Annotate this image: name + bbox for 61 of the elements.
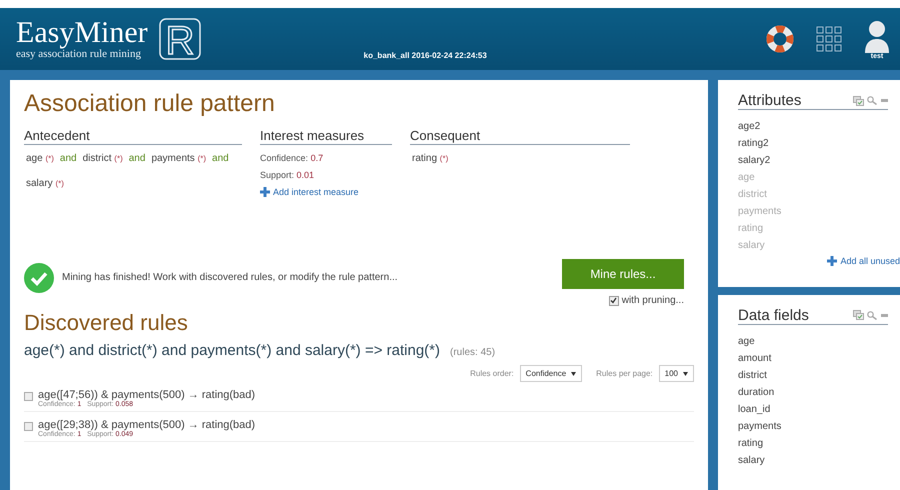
search-icon[interactable] (867, 96, 878, 105)
attribute-chip[interactable]: rating (*) (412, 153, 448, 164)
add-measure-link[interactable]: Add interest measure (260, 187, 392, 197)
attribute-item[interactable]: age2 (738, 118, 900, 135)
r-logo: R (158, 16, 204, 62)
app-tagline: easy association rule mining (16, 48, 141, 60)
mine-rules-button[interactable]: Mine rules... (562, 259, 684, 289)
data-field-item[interactable]: amount (738, 350, 900, 367)
dataset-label: ko_bank_all 2016-02-24 22:24:53 (364, 50, 487, 60)
data-field-item[interactable]: payments (738, 418, 900, 435)
column-heading: Consequent (410, 128, 630, 145)
plus-icon (827, 256, 838, 266)
connective-label[interactable]: and (212, 153, 229, 164)
pattern-title: Association rule pattern (24, 90, 276, 118)
rule-text[interactable]: age([29;38)) & payments(500) → rating(bad) (38, 419, 256, 431)
caret-icon (571, 372, 576, 376)
attribute-chip[interactable]: age (*) (26, 153, 54, 164)
data-field-item[interactable]: salary (738, 452, 900, 469)
attribute-chip[interactable]: salary (*) (26, 178, 64, 189)
minimize-icon[interactable] (881, 314, 888, 317)
pruning-checkbox[interactable]: with pruning... (608, 295, 684, 306)
search-icon[interactable] (867, 310, 878, 320)
data-field-item[interactable]: district (738, 366, 900, 384)
data-field-item[interactable]: rating (738, 434, 900, 452)
status-message: Mining has finished! Work with discovered rules, or modify the rule pattern... (62, 272, 398, 283)
data-field-item[interactable]: age (738, 332, 900, 350)
attribute-item[interactable]: rating2 (738, 135, 900, 152)
caret-icon (683, 372, 688, 376)
data-field-item[interactable]: duration (738, 384, 900, 401)
attribute-chip[interactable]: payments (*) (151, 153, 206, 164)
column-heading: Antecedent (24, 128, 242, 145)
rule-checkbox[interactable] (24, 422, 33, 431)
panel-title: Attributes (738, 92, 802, 109)
connective-label[interactable]: and (60, 153, 77, 164)
apps-grid-icon[interactable] (816, 26, 842, 52)
rule-checkbox[interactable] (24, 392, 33, 401)
rule-text[interactable]: age([47;56)) & payments(500) → rating(bad) (38, 389, 256, 401)
interest-measure[interactable]: Confidence: 0.7 (260, 153, 392, 163)
per-page-select[interactable]: 100 (658, 365, 694, 382)
column-heading: Interest measures (260, 128, 392, 145)
rules-title: Discovered rules (24, 310, 189, 336)
checklist-icon[interactable] (853, 310, 864, 320)
attribute-item[interactable]: salary2 (738, 152, 900, 169)
order-select[interactable]: Confidence (520, 365, 582, 382)
check-circle-icon (24, 262, 54, 292)
add-all-unused-link[interactable]: Add all unused (827, 256, 900, 266)
panel-title: Data fields (738, 306, 809, 324)
rule-query: age(*) and district(*) and payments(*) and salary(*) => rating(*) (24, 342, 440, 359)
rules-count: (rules: 45) (450, 347, 496, 358)
interest-measure[interactable]: Support: 0.01 (260, 170, 392, 180)
checkbox[interactable] (608, 296, 619, 306)
attribute-chip[interactable]: district (*) (82, 153, 123, 164)
order-label: Rules order: (470, 369, 514, 378)
plus-icon (260, 187, 270, 197)
app-logo: EasyMiner (16, 18, 148, 48)
connective-label[interactable]: and (128, 153, 146, 164)
lifebuoy-icon[interactable] (766, 25, 794, 53)
data-field-item[interactable]: loan_id (738, 400, 900, 418)
per-page-label: Rules per page: (596, 369, 653, 378)
user-avatar-icon[interactable] (864, 18, 890, 52)
checklist-icon[interactable] (853, 96, 864, 106)
